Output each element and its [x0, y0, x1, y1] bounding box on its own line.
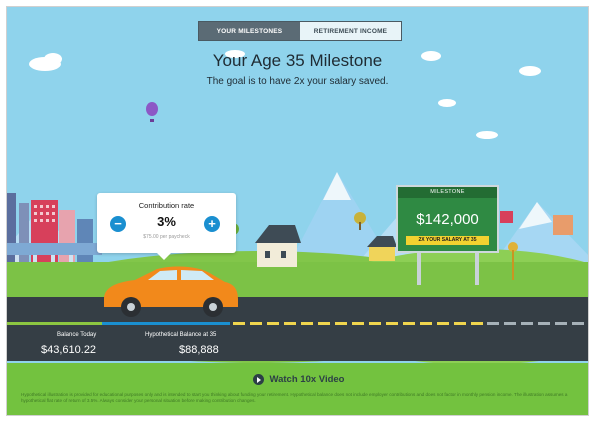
footer: Watch 10x Video Hypothetical illustratio…: [7, 363, 588, 415]
milestone-app: YOUR MILESTONES RETIREMENT INCOME Your A…: [6, 6, 589, 416]
milestone-header: MILESTONE: [398, 187, 497, 198]
house-icon: [553, 215, 573, 235]
tab-bar: YOUR MILESTONES RETIREMENT INCOME: [198, 21, 402, 41]
plus-circle-icon[interactable]: +: [204, 216, 220, 232]
page-title: Your Age 35 Milestone: [212, 51, 383, 70]
contribution-panel: Contribution rate − 3% + $75.00 per payc…: [97, 193, 236, 260]
milestone-sign: MILESTONE $142,000 2X YOUR SALARY AT 35: [396, 185, 499, 253]
hypothetical-balance-value: $88,888: [179, 344, 219, 356]
house-icon: [255, 225, 301, 267]
play-circle-icon: [252, 374, 264, 385]
house-icon: [500, 211, 513, 223]
page-subtitle: The goal is to have 2x your salary saved…: [206, 76, 389, 87]
hypothetical-balance-label: Hypothetical Balance at 35: [145, 332, 217, 338]
sign-post: [417, 251, 421, 285]
milestone-value: $142,000: [416, 211, 479, 228]
watch-video-label: Watch 10x Video: [269, 374, 345, 385]
progress-green: [7, 322, 102, 325]
disclaimer-text: Hypothetical illustration is provided fo…: [21, 392, 568, 404]
tab-retirement-income[interactable]: RETIREMENT INCOME: [300, 22, 401, 40]
balloon-icon: [146, 102, 158, 122]
watch-video-button[interactable]: Watch 10x Video: [7, 374, 588, 385]
contribution-label: Contribution rate: [138, 201, 195, 210]
tab-your-milestones[interactable]: YOUR MILESTONES: [199, 22, 300, 40]
per-paycheck-amount: $75.00 per paycheck: [143, 234, 190, 240]
balance-today-value: $43,610.22: [41, 344, 97, 356]
milestone-badge: 2X YOUR SALARY AT 35: [406, 236, 489, 245]
balance-today-label: Balance Today: [57, 332, 97, 338]
progress-blue: [102, 322, 230, 325]
sign-post: [475, 251, 479, 285]
